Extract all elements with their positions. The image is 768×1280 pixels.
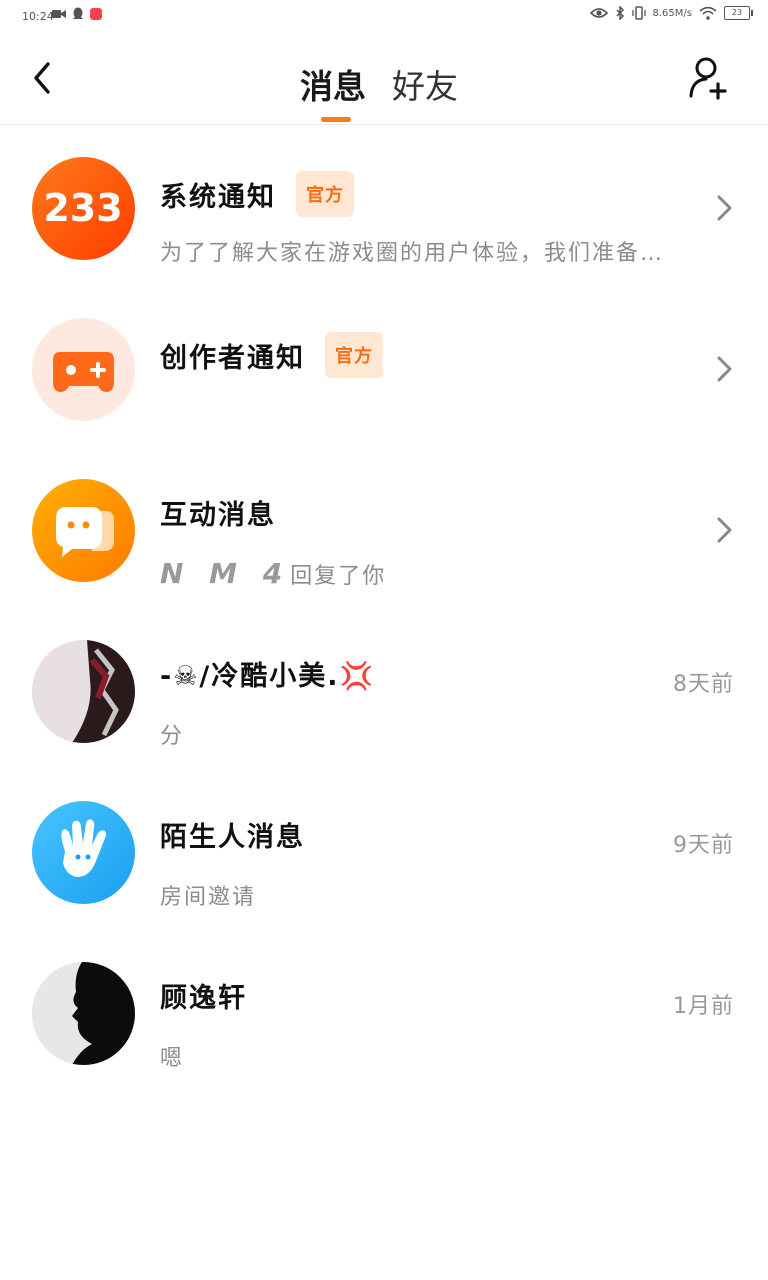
tab-friends[interactable]: 好友 [392,60,458,108]
preview-username: N M 4 [160,557,291,590]
conversation-strangers[interactable]: 陌生人消息 9天前 房间邀请 [0,769,768,930]
conversation-title: 互动消息 [160,500,276,531]
conversation-time: 9天前 [673,833,734,858]
app-notification-icon [90,8,102,20]
conversation-user-1[interactable]: -☠/冷酷小美.💢 8天前 分 [0,608,768,769]
vibrate-icon [631,6,646,20]
chevron-right-icon [717,356,732,382]
gamepad-icon [53,352,114,392]
conversation-time: 8天前 [673,672,734,697]
waving-hand-icon [61,819,106,877]
conversation-preview: N M 4回复了你 [160,557,386,590]
conversation-preview: 房间邀请 [160,885,257,910]
network-speed: 8.65M/s [652,7,692,19]
add-friend-button[interactable] [688,54,732,102]
status-time: 10:24 [22,10,54,23]
strangers-avatar [32,801,135,904]
conversation-title: 陌生人消息 [160,822,305,853]
interaction-avatar [32,479,135,582]
title-row: 顾逸轩 [160,976,247,1015]
header: 消息 好友 [0,34,768,125]
chevron-right-icon [717,195,732,221]
conversation-time: 1月前 [673,994,734,1019]
active-tab-indicator [321,117,351,122]
title-row: 互动消息 [160,493,276,532]
creator-notice-avatar [32,318,135,421]
wifi-icon [699,6,717,20]
conversation-title: -☠/冷酷小美.💢 [160,661,376,692]
back-button[interactable] [28,58,62,98]
conversation-preview: 嗯 [160,1046,185,1071]
conversation-title: 系统通知 [160,181,276,213]
system-notice-avatar: 233 [32,157,135,260]
conversation-interaction[interactable]: 互动消息 N M 4回复了你 [0,447,768,608]
tab-bar: 消息 好友 [300,60,458,108]
status-right: 8.65M/s 23 [589,6,753,20]
user-photo-image [32,962,135,1065]
video-camera-icon [52,10,66,18]
user-avatar [32,640,135,743]
battery-icon: 23 [724,6,753,20]
conversation-preview: 为了了解大家在游戏圈的用户体验，我们准备… [160,241,665,266]
chat-bubble-icon [56,507,114,557]
user-photo-image [32,640,135,743]
conversation-user-2[interactable]: 顾逸轩 1月前 嗯 [0,930,768,1091]
eye-icon [589,8,608,18]
qq-icon [73,7,83,19]
tab-messages[interactable]: 消息 [300,60,366,108]
conversation-preview: 分 [160,724,185,749]
svg-text:233: 233 [43,186,122,230]
chevron-right-icon [717,517,732,543]
logo-233-icon: 233 [43,186,122,230]
official-badge: 官方 [325,332,383,378]
conversation-title: 顾逸轩 [160,983,247,1014]
title-row: -☠/冷酷小美.💢 [160,654,375,693]
title-row: 陌生人消息 [160,815,305,854]
conversation-system-notice[interactable]: 233 系统通知 官方 为了了解大家在游戏圈的用户体验，我们准备… [0,125,768,286]
notification-icons [52,7,102,21]
conversation-list: 233 系统通知 官方 为了了解大家在游戏圈的用户体验，我们准备… 创作者通知 … [0,125,768,1091]
conversation-creator-notice[interactable]: 创作者通知 官方 [0,286,768,447]
title-row: 系统通知 官方 [160,171,354,217]
bluetooth-icon [615,6,624,20]
official-badge: 官方 [296,171,354,217]
status-bar: 10:24 8.65M/s 23 [0,0,768,34]
preview-text: 回复了你 [290,564,387,589]
user-avatar [32,962,135,1065]
title-row: 创作者通知 官方 [160,332,383,378]
conversation-title: 创作者通知 [160,342,305,374]
